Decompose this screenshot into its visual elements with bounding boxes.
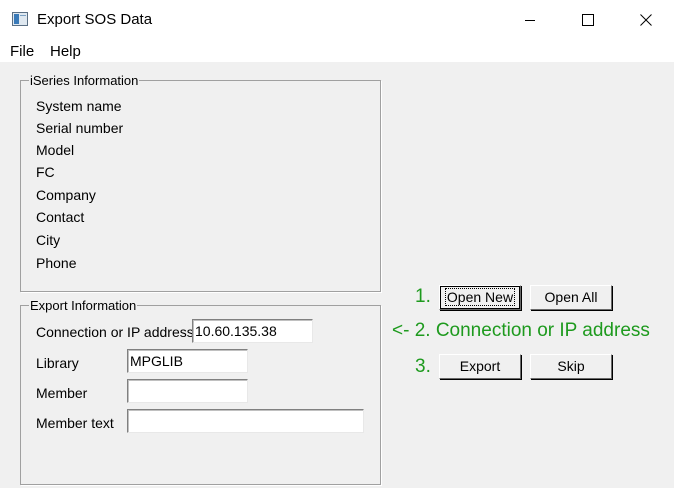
contact-label: Contact bbox=[36, 209, 85, 225]
close-button[interactable] bbox=[617, 0, 674, 40]
member-input[interactable] bbox=[127, 379, 248, 403]
library-input[interactable] bbox=[127, 349, 248, 373]
connection-label: Connection or IP address bbox=[36, 324, 194, 340]
close-icon bbox=[639, 14, 652, 26]
city-label: City bbox=[36, 232, 61, 248]
menu-bar bbox=[0, 40, 674, 62]
minimize-icon bbox=[525, 20, 535, 21]
skip-button[interactable]: Skip bbox=[530, 354, 612, 379]
serial-number-label: Serial number bbox=[36, 120, 124, 136]
iseries-info-legend: iSeries Information bbox=[29, 73, 140, 88]
member-text-label: Member text bbox=[36, 415, 114, 431]
open-all-button[interactable]: Open All bbox=[530, 285, 612, 310]
step-3-label: 3. bbox=[415, 356, 431, 377]
export-label: Export bbox=[459, 358, 501, 374]
member-label: Member bbox=[36, 385, 88, 401]
step-2-label: <- 2. Connection or IP address bbox=[392, 320, 650, 341]
export-info-legend: Export Information bbox=[29, 298, 138, 313]
model-label: Model bbox=[36, 142, 75, 158]
fc-label: FC bbox=[36, 164, 55, 180]
connection-input[interactable] bbox=[192, 319, 313, 343]
open-new-button[interactable]: Open New bbox=[439, 285, 521, 310]
system-name-label: System name bbox=[36, 98, 122, 114]
step-1-label: 1. bbox=[415, 286, 431, 307]
title-bar: Export SOS Data bbox=[0, 0, 674, 40]
library-label: Library bbox=[36, 355, 79, 371]
skip-label: Skip bbox=[557, 358, 585, 374]
open-all-label: Open All bbox=[544, 289, 598, 305]
phone-label: Phone bbox=[36, 255, 77, 271]
member-text-input[interactable] bbox=[127, 409, 364, 433]
company-label: Company bbox=[36, 187, 96, 203]
maximize-button[interactable] bbox=[559, 0, 617, 40]
menu-file[interactable]: File bbox=[10, 43, 34, 60]
minimize-button[interactable] bbox=[501, 0, 559, 40]
export-button[interactable]: Export bbox=[439, 354, 521, 379]
app-icon bbox=[12, 12, 28, 26]
maximize-icon bbox=[582, 14, 594, 26]
open-new-label: Open New bbox=[444, 288, 516, 306]
menu-help[interactable]: Help bbox=[50, 43, 81, 60]
window-title: Export SOS Data bbox=[37, 11, 153, 28]
